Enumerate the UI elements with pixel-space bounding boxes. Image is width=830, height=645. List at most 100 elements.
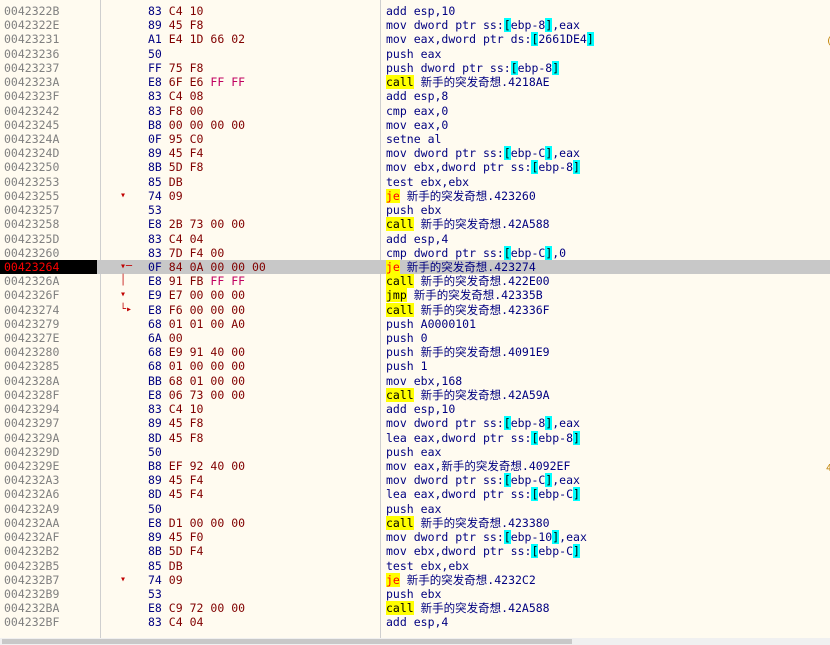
address[interactable]: 00423294 <box>4 402 96 416</box>
instruction-row[interactable]: 0042329E B8 EF 92 40 00 mov eax,新手的突发奇想.40… <box>0 459 830 473</box>
address[interactable]: 00423250 <box>4 160 96 174</box>
scrollbar-thumb[interactable] <box>2 639 572 644</box>
instruction-row[interactable]: 004232B9 53 push ebx <box>0 587 830 601</box>
instruction-row[interactable]: 004232AF 89 45 F0 mov dword ptr ss:[ebp-10… <box>0 530 830 545</box>
instruction[interactable]: je 新手的突发奇想.423274 <box>386 259 536 274</box>
instruction-row[interactable]: 004232B5 85 DB test ebx,ebx <box>0 559 830 573</box>
address[interactable]: 00423257 <box>4 203 96 217</box>
address[interactable]: 00423258 <box>4 217 96 231</box>
address[interactable]: 00423245 <box>4 118 96 132</box>
address[interactable]: 0042322B <box>4 4 96 18</box>
address[interactable]: 004232AF <box>4 530 96 544</box>
address[interactable]: 0042327E <box>4 331 96 345</box>
instruction[interactable]: call 新手的突发奇想.4218AE <box>386 75 550 90</box>
address[interactable]: 004232B7 <box>4 573 96 587</box>
instruction-row[interactable]: 0042323F 83 C4 08 add esp,8 <box>0 89 830 103</box>
instruction[interactable]: add esp,4 <box>386 615 448 629</box>
instruction-row[interactable]: 004232A6 8D 45 F4 lea eax,dword ptr ss:[eb… <box>0 487 830 502</box>
instruction[interactable]: push eax <box>386 47 441 61</box>
instruction[interactable]: add esp,8 <box>386 89 448 103</box>
address[interactable]: 00423231 <box>4 32 96 46</box>
instruction-row[interactable]: 0042322E 89 45 F8 mov dword ptr ss:[ebp-8]… <box>0 18 830 33</box>
instruction-row[interactable]: 00423257 53 push ebx <box>0 203 830 217</box>
address[interactable]: 0042329A <box>4 431 96 445</box>
address[interactable]: 00423274 <box>4 303 96 317</box>
instruction[interactable]: lea eax,dword ptr ss:[ebp-C] <box>386 487 580 502</box>
instruction[interactable]: lea eax,dword ptr ss:[ebp-8] <box>386 430 580 445</box>
instruction-row[interactable]: 0042326F ▾ E9 E7 00 00 00 jmp 新手的突发奇想.42335… <box>0 288 830 303</box>
instruction[interactable]: mov eax,dword ptr ds:[2661DE4] <box>386 32 594 47</box>
address[interactable]: 00423236 <box>4 47 96 61</box>
instruction[interactable]: mov dword ptr ss:[ebp-C],eax <box>386 146 580 161</box>
instruction[interactable]: je 新手的突发奇想.423260 <box>386 188 536 203</box>
instruction-row[interactable]: 00423280 68 E9 91 40 00 push 新手的突发奇想.4091E… <box>0 345 830 359</box>
instruction-row[interactable]: 00423260 83 7D F4 00 cmp dword ptr ss:[ebp… <box>0 245 830 260</box>
instruction-row[interactable]: 0042329A 8D 45 F8 lea eax,dword ptr ss:[eb… <box>0 430 830 445</box>
instruction-row[interactable]: 00423250 8B 5D F8 mov ebx,dword ptr ss:[eb… <box>0 160 830 175</box>
instruction[interactable]: add esp,4 <box>386 232 448 246</box>
address[interactable]: 00423255 <box>4 189 96 203</box>
instruction[interactable]: push ebx <box>386 203 441 217</box>
instruction[interactable]: mov dword ptr ss:[ebp-8],eax <box>386 18 580 33</box>
instruction[interactable]: mov dword ptr ss:[ebp-10],eax <box>386 530 587 545</box>
instruction[interactable]: cmp eax,0 <box>386 104 448 118</box>
address[interactable]: 0042328F <box>4 388 96 402</box>
instruction-row[interactable]: 0042328F E8 06 73 00 00 call 新手的突发奇想.42A59… <box>0 387 830 402</box>
address[interactable]: 00423260 <box>4 246 96 260</box>
instruction[interactable]: jmp 新手的突发奇想.42335B <box>386 288 543 303</box>
address[interactable]: 0042322E <box>4 18 96 32</box>
instruction[interactable]: test ebx,ebx <box>386 175 469 189</box>
instruction-row[interactable]: 004232B7 ▾ 74 09 je 新手的突发奇想.4232C2 <box>0 572 830 587</box>
instruction[interactable]: mov eax,0 <box>386 118 448 132</box>
address[interactable]: 0042324D <box>4 146 96 160</box>
instruction-row[interactable]: 004232BA E8 C9 72 00 00 call 新手的突发奇想.42A58… <box>0 601 830 616</box>
instruction-row[interactable]: 0042326A │ E8 91 FB FF FF call 新手的突发奇想.422E… <box>0 274 830 289</box>
instruction[interactable]: mov eax,新手的突发奇想.4092EF <box>386 459 570 473</box>
address[interactable]: 0042329E <box>4 459 96 473</box>
address[interactable]: 00423285 <box>4 359 96 373</box>
instruction[interactable]: mov dword ptr ss:[ebp-C],eax <box>386 473 580 488</box>
instruction-row[interactable]: 0042329D 50 push eax <box>0 445 830 459</box>
instruction-row[interactable]: 0042327E 6A 00 push 0 <box>0 331 830 345</box>
instruction-row[interactable]: 0042325D 83 C4 04 add esp,4 <box>0 232 830 246</box>
address[interactable]: 00423297 <box>4 416 96 430</box>
instruction-row[interactable]: 00423285 68 01 00 00 00 push 1 <box>0 359 830 373</box>
instruction[interactable]: push 0 <box>386 331 428 345</box>
address[interactable]: 00423242 <box>4 104 96 118</box>
instruction-row[interactable]: 004232A9 50 push eax <box>0 502 830 516</box>
address[interactable]: 0042328A <box>4 374 96 388</box>
instruction-row[interactable]: 00423264 ▾─ 0F 84 0A 00 00 00 je 新手的突发奇想.42… <box>0 259 830 275</box>
instruction-row[interactable]: 0042324A 0F 95 C0 setne al <box>0 132 830 146</box>
instruction[interactable]: mov dword ptr ss:[ebp-8],eax <box>386 416 580 431</box>
instruction[interactable]: je 新手的突发奇想.4232C2 <box>386 572 536 587</box>
instruction-row[interactable]: 00423258 E8 2B 73 00 00 call 新手的突发奇想.42A58… <box>0 217 830 232</box>
instruction[interactable]: push eax <box>386 502 441 516</box>
address[interactable]: 0042323A <box>4 75 96 89</box>
instruction-row[interactable]: 0042324D 89 45 F4 mov dword ptr ss:[ebp-C]… <box>0 146 830 161</box>
address[interactable]: 00423237 <box>4 61 96 75</box>
address[interactable]: 004232A3 <box>4 473 96 487</box>
instruction-row[interactable]: 00423253 85 DB test ebx,ebx <box>0 175 830 189</box>
address[interactable]: 0042326A <box>4 274 96 288</box>
instruction-row[interactable]: 00423279 68 01 01 00 A0 push A0000101 <box>0 317 830 331</box>
instruction-row[interactable]: 00423294 83 C4 10 add esp,10 <box>0 402 830 416</box>
instruction-row[interactable]: 00423245 B8 00 00 00 00 mov eax,0 <box>0 118 830 132</box>
address[interactable]: 00423264 <box>0 259 97 275</box>
instruction[interactable]: call 新手的突发奇想.42336F <box>386 302 550 317</box>
instruction-row[interactable]: 00423242 83 F8 00 cmp eax,0 <box>0 104 830 118</box>
address[interactable]: 004232BA <box>4 601 96 615</box>
address[interactable]: 004232AA <box>4 516 96 530</box>
instruction[interactable]: add esp,10 <box>386 402 455 416</box>
instruction[interactable]: push 新手的突发奇想.4091E9 <box>386 345 550 359</box>
instruction[interactable]: call 新手的突发奇想.42A588 <box>386 217 550 232</box>
instruction-row[interactable]: 004232BF 83 C4 04 add esp,4 <box>0 615 830 629</box>
instruction[interactable]: mov ebx,dword ptr ss:[ebp-C] <box>386 544 580 559</box>
address[interactable]: 00423280 <box>4 345 96 359</box>
instruction[interactable]: push 1 <box>386 359 428 373</box>
disassembly-listing[interactable]: 0042322B 83 C4 10 add esp,10 0042322E 89 45 … <box>0 4 830 630</box>
instruction-row[interactable]: 00423231 A1 E4 1D 66 02 mov eax,dword ptr … <box>0 32 830 47</box>
address[interactable]: 0042329D <box>4 445 96 459</box>
instruction[interactable]: push A0000101 <box>386 317 476 331</box>
instruction-row[interactable]: 004232B2 8B 5D F4 mov ebx,dword ptr ss:[eb… <box>0 544 830 559</box>
address[interactable]: 004232B2 <box>4 544 96 558</box>
